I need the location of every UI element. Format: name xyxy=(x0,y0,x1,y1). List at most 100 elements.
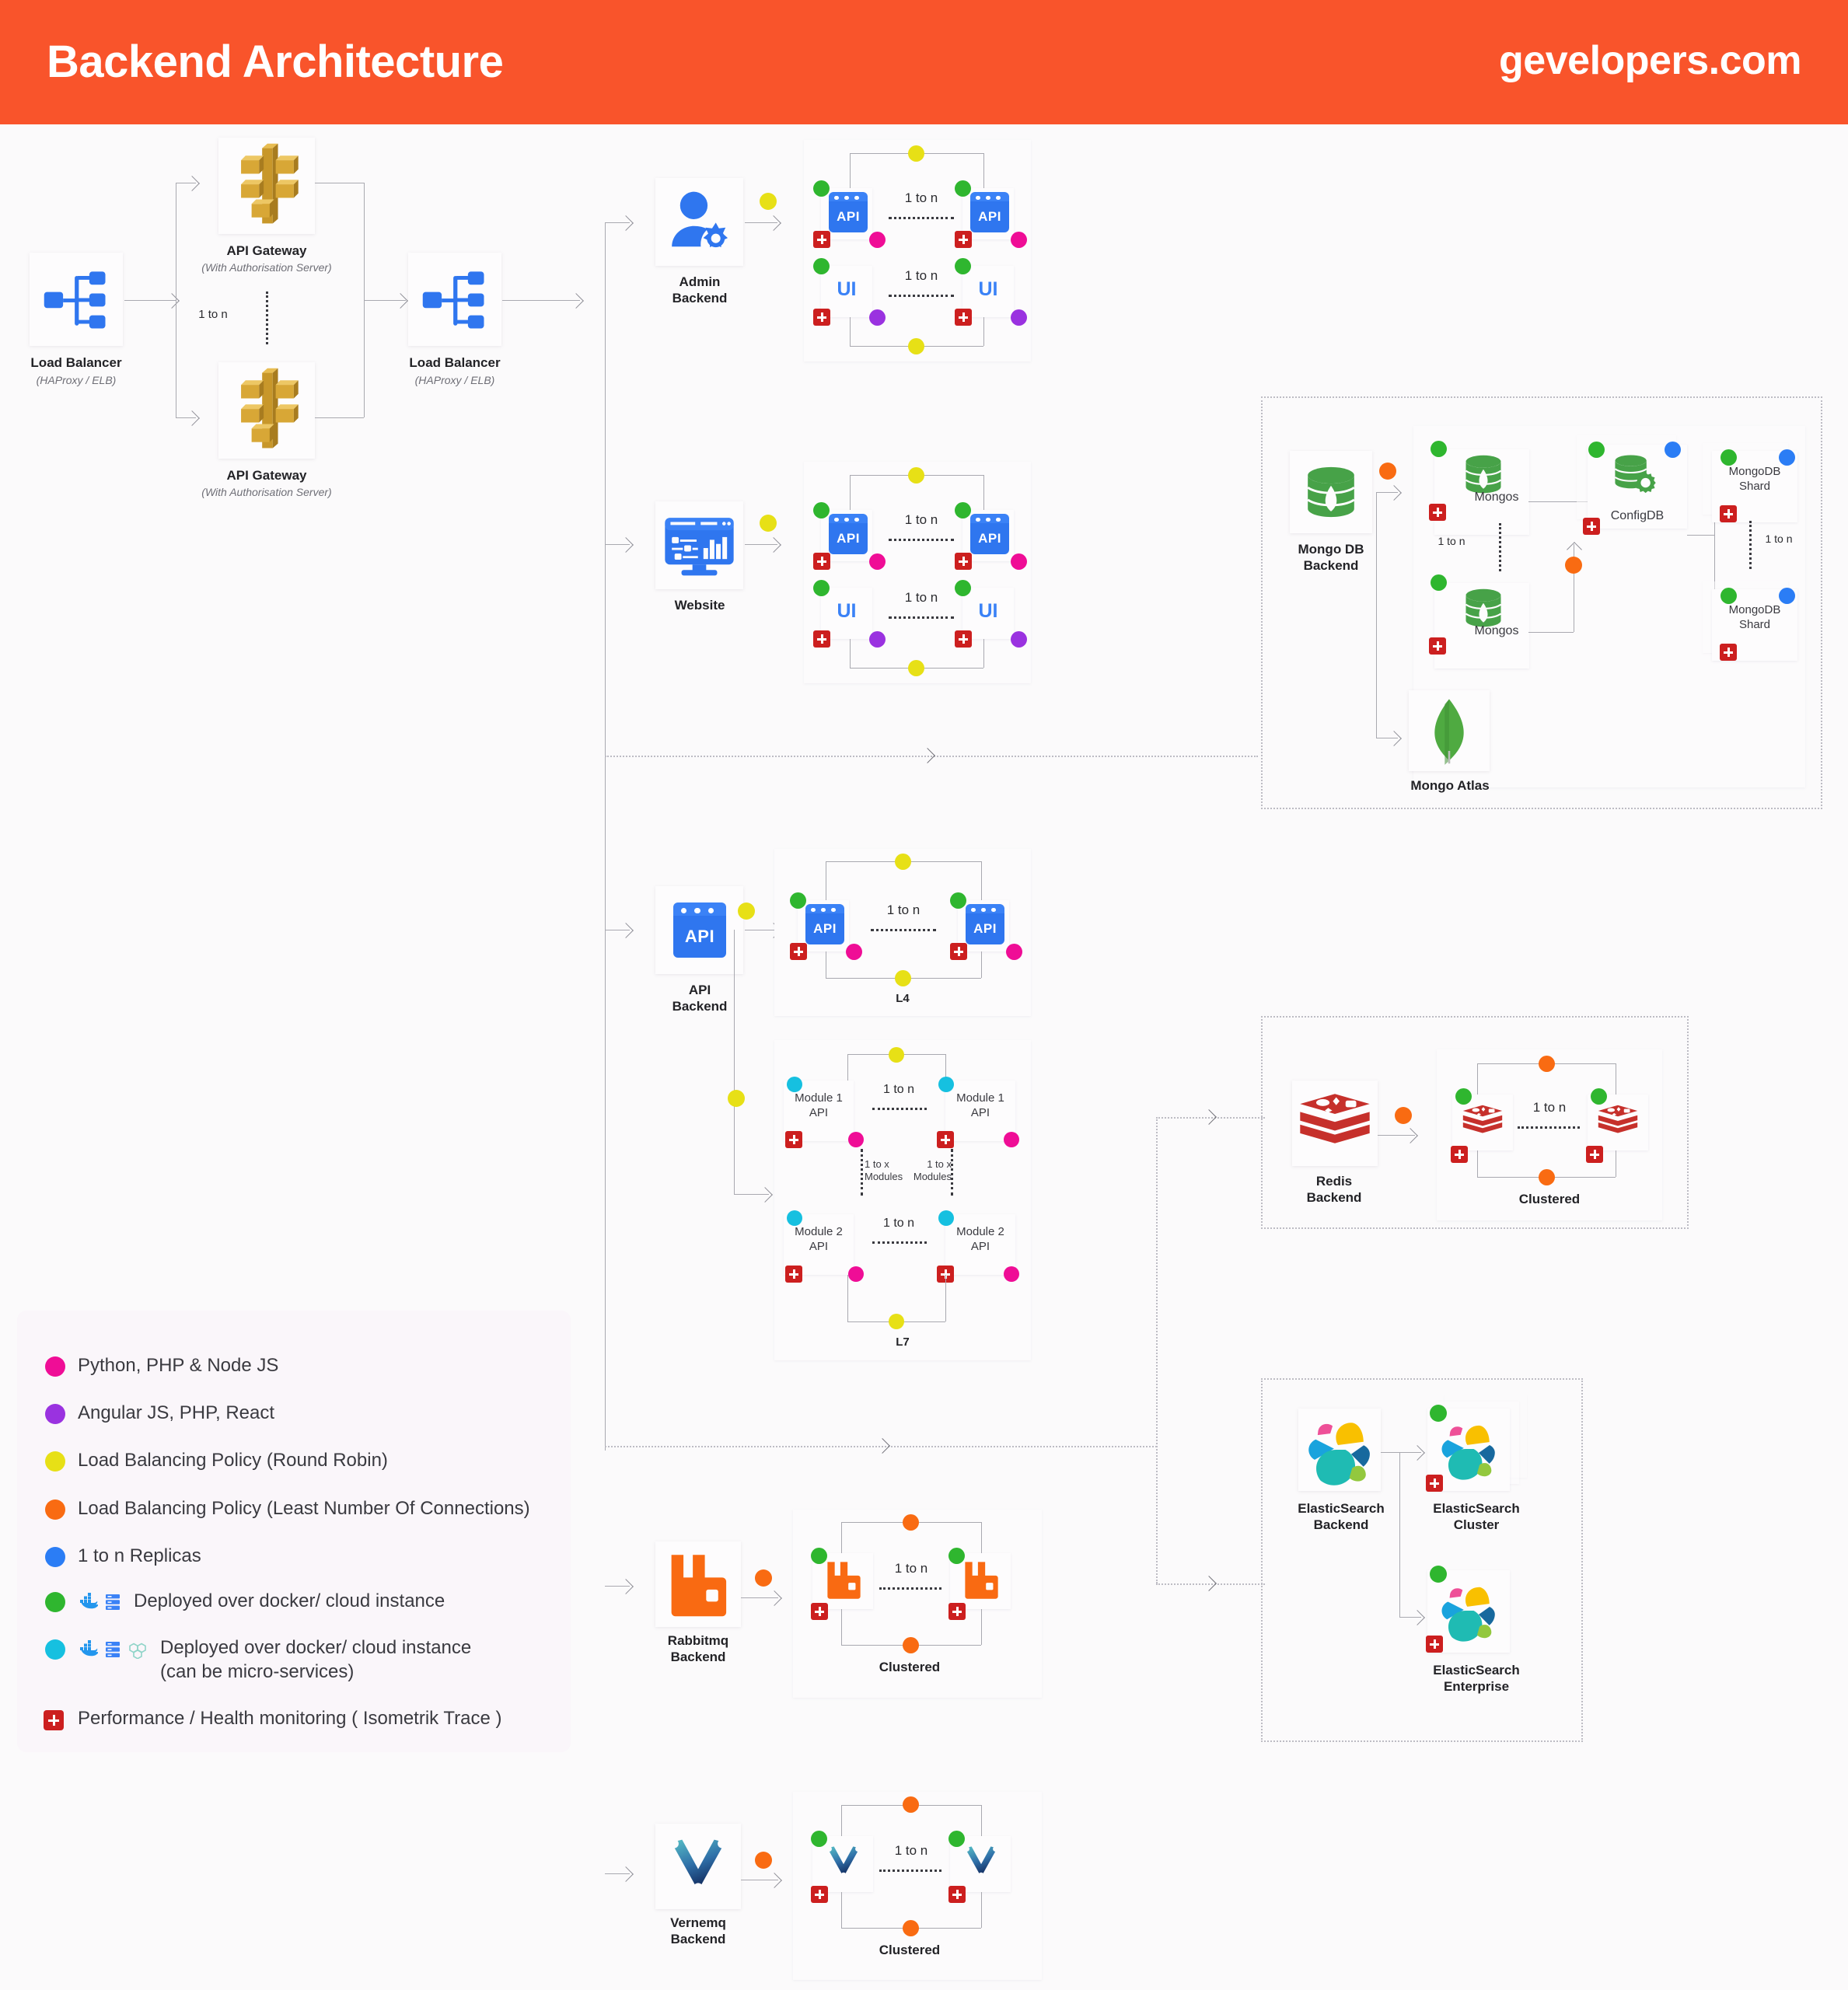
l4-api-left-monitor-badge[interactable] xyxy=(790,943,807,960)
legend-label-0: Python, PHP & Node JS xyxy=(78,1355,279,1376)
elasticsearch-out-line xyxy=(1381,1452,1399,1453)
elasticsearch-backend-card[interactable] xyxy=(1298,1409,1381,1491)
mongodb-shard-top-label: MongoDB Shard xyxy=(1728,465,1781,493)
redis-node-left-monitor-badge[interactable] xyxy=(1451,1146,1468,1163)
redis-backend-card[interactable] xyxy=(1292,1081,1378,1166)
branch-vernemq-arrow xyxy=(618,1866,634,1882)
load-balancer-right-card[interactable] xyxy=(408,253,501,346)
mongodb-shard-top-monitor-badge[interactable] xyxy=(1720,505,1737,522)
l7-module2-left-monitor-badge[interactable] xyxy=(785,1266,802,1283)
rabbitmq-node-right-monitor-badge[interactable] xyxy=(948,1603,966,1620)
load-balancer-left-card[interactable] xyxy=(30,253,123,346)
elasticsearch-cluster-monitor-badge[interactable] xyxy=(1426,1475,1443,1492)
branch-rabbitmq-arrow xyxy=(618,1579,634,1594)
mongos-top-monitor-badge[interactable] xyxy=(1429,504,1446,521)
brand-watermark: gevelopers.com xyxy=(1499,38,1801,83)
rabbitmq-bottom-policy-dot xyxy=(903,1637,919,1653)
load-balancer-icon xyxy=(44,271,106,329)
rabbitmq-top-policy-dot xyxy=(903,1514,919,1531)
rabbitmq-node-left-monitor-badge[interactable] xyxy=(811,1603,828,1620)
mongo-atlas-leaf-icon xyxy=(1434,699,1464,765)
redis-top-policy-dot xyxy=(1539,1056,1555,1072)
legend-label-4: 1 to n Replicas xyxy=(78,1545,201,1566)
vernemq-node-right-deploy-dot xyxy=(948,1831,965,1847)
mongodb-shard-top-deploy-dot xyxy=(1720,449,1737,466)
api-icon: API xyxy=(970,192,1009,232)
rabbitmq-out-arrow xyxy=(767,1590,782,1606)
l4-api-left-label: API xyxy=(813,921,837,937)
admin-api-right-label: API xyxy=(978,209,1001,225)
admin-backend-card[interactable] xyxy=(655,178,743,266)
admin-api-replicas-dots xyxy=(889,217,954,219)
legend-label-2: Load Balancing Policy (Round Robin) xyxy=(78,1450,388,1471)
elasticsearch-enterprise-monitor-badge[interactable] xyxy=(1426,1636,1443,1653)
api-icon: API xyxy=(805,904,844,944)
vernemq-node-right-monitor-badge[interactable] xyxy=(948,1886,966,1903)
l4-title: L4 xyxy=(896,992,910,1005)
configdb-monitor-badge[interactable] xyxy=(1583,518,1600,535)
elasticsearch-icon xyxy=(1441,1587,1495,1642)
admin-bottom-ring-vl xyxy=(850,317,851,346)
main-distribution-bus xyxy=(605,222,606,1451)
l7-module2-left-deploy-dot xyxy=(787,1210,802,1226)
mongos-bottom-monitor-badge[interactable] xyxy=(1429,637,1446,655)
website-api-replicas-dots xyxy=(889,539,954,541)
admin-bottom-policy-dot xyxy=(908,338,924,354)
website-label: Website xyxy=(674,598,725,613)
mongo-atlas-card[interactable] xyxy=(1409,690,1490,771)
admin-out-arrow xyxy=(766,215,781,231)
redis-cluster-label: Clustered xyxy=(1518,1192,1581,1206)
mongodb-backend-card[interactable] xyxy=(1290,451,1372,533)
website-api-replicas-label: 1 to n xyxy=(904,512,938,527)
l7-module2-left-lang-dot xyxy=(848,1266,864,1282)
l4-api-right-monitor-badge[interactable] xyxy=(950,943,967,960)
rabbitmq-cluster-label: Clustered xyxy=(879,1660,941,1674)
ui-icon: UI xyxy=(837,600,857,622)
mongodb-shard-bottom-monitor-badge[interactable] xyxy=(1720,644,1737,661)
api-gateway-bottom-card[interactable] xyxy=(218,362,315,459)
redis-replicas-label: 1 to n xyxy=(1532,1100,1567,1115)
mongos-replicas-label: 1 to n xyxy=(1438,535,1465,547)
admin-api-right-lang-dot xyxy=(1011,232,1027,248)
website-api-right-monitor-badge[interactable] xyxy=(955,553,972,570)
l7-module2-replicas-label: 1 to n xyxy=(882,1217,915,1230)
website-ui-right-monitor-badge[interactable] xyxy=(955,630,972,648)
l4-api-right-label: API xyxy=(973,921,997,937)
l7-module1-right-deploy-dot xyxy=(938,1077,954,1092)
vernemq-cluster-label: Clustered xyxy=(879,1943,941,1957)
website-card[interactable] xyxy=(655,501,743,589)
l7-module2-replicas-dots xyxy=(872,1241,927,1244)
api-backend-split-vline xyxy=(734,930,735,1194)
admin-backend-label: Admin Backend xyxy=(672,274,728,306)
gateway-bottom-out-line xyxy=(315,417,364,418)
api-icon: API xyxy=(966,904,1004,944)
ui-icon: UI xyxy=(978,600,998,622)
mongodb-shard-replicas-dots xyxy=(1749,521,1752,569)
ui-icon: UI xyxy=(837,278,857,300)
l7-module1-right-monitor-badge[interactable] xyxy=(937,1131,954,1148)
admin-api-left-monitor-badge[interactable] xyxy=(813,231,830,248)
website-bottom-policy-dot xyxy=(908,660,924,676)
api-gateway-top-title: API Gateway xyxy=(226,243,307,258)
website-ui-left-monitor-badge[interactable] xyxy=(813,630,830,648)
rabbitmq-backend-card[interactable] xyxy=(655,1541,741,1627)
admin-api-right-monitor-badge[interactable] xyxy=(955,231,972,248)
vernemq-bottom-policy-dot xyxy=(903,1920,919,1936)
admin-ui-right-monitor-badge[interactable] xyxy=(955,309,972,326)
kubernetes-icon xyxy=(129,1643,146,1659)
api-gateway-top-card[interactable] xyxy=(218,138,315,234)
api-gateway-bottom-title: API Gateway xyxy=(226,468,307,483)
vernemq-node-left-monitor-badge[interactable] xyxy=(811,1886,828,1903)
elastic-dotted-arrow xyxy=(1201,1576,1217,1591)
website-api-left-monitor-badge[interactable] xyxy=(813,553,830,570)
l7-module1-left-monitor-badge[interactable] xyxy=(785,1131,802,1148)
redis-node-right-monitor-badge[interactable] xyxy=(1586,1146,1603,1163)
admin-ui-left-monitor-badge[interactable] xyxy=(813,309,830,326)
vernemq-backend-card[interactable] xyxy=(655,1824,741,1909)
rabbitmq-node-right-deploy-dot xyxy=(948,1548,965,1564)
api-gateway-top-subtitle: (With Authorisation Server) xyxy=(201,261,332,274)
api-backend-l7-policy-dot xyxy=(728,1090,745,1107)
load-balancer-right-title: Load Balancer xyxy=(409,355,501,370)
api-backend-card[interactable]: API xyxy=(655,886,743,974)
legend-label-1: Angular JS, PHP, React xyxy=(78,1402,275,1423)
